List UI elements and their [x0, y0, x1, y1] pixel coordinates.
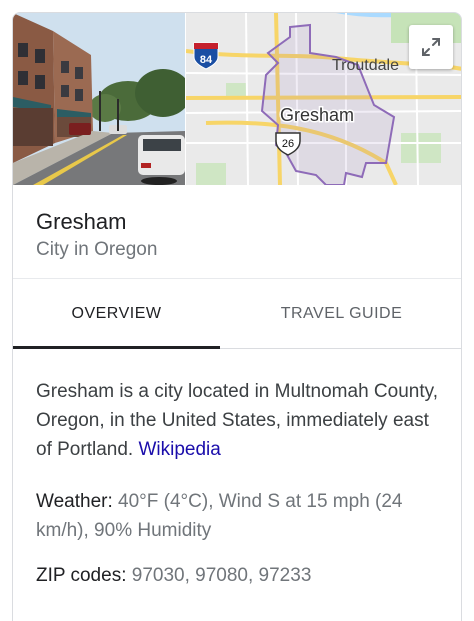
- zip-codes-fact: ZIP codes: 97030, 97080, 97233: [36, 561, 446, 590]
- entity-description: Gresham is a city located in Multnomah C…: [36, 377, 441, 464]
- highway-label: 26: [282, 138, 294, 150]
- city-street-photo[interactable]: [13, 13, 185, 185]
- knowledge-panel-card: 84 26 Troutdale Gresham Gresham City in …: [12, 12, 462, 621]
- description-text: Gresham is a city located in Multnomah C…: [36, 381, 438, 460]
- entity-subtitle: City in Oregon: [36, 239, 158, 260]
- map-nearby-city-label: Troutdale: [332, 57, 399, 74]
- tab-overview[interactable]: OVERVIEW: [13, 279, 220, 349]
- wikipedia-link[interactable]: Wikipedia: [138, 439, 220, 460]
- zip-codes-value: 97030, 97080, 97233: [131, 565, 312, 586]
- expand-map-button[interactable]: [409, 25, 453, 69]
- zip-codes-label: ZIP codes:: [36, 565, 127, 586]
- active-tab-indicator: [13, 346, 220, 349]
- weather-fact: Weather: 40°F (4°C), Wind S at 15 mph (2…: [36, 487, 446, 545]
- expand-icon: [422, 38, 440, 56]
- hero-images: 84 26 Troutdale Gresham: [13, 13, 461, 185]
- weather-label: Weather:: [36, 491, 113, 512]
- map-city-label: Gresham: [280, 105, 354, 125]
- city-map[interactable]: 84 26 Troutdale Gresham: [186, 13, 461, 185]
- entity-header: Gresham City in Oregon: [13, 185, 461, 279]
- interstate-label: 84: [200, 54, 213, 66]
- tab-travel-guide[interactable]: TRAVEL GUIDE: [220, 279, 461, 349]
- tab-bar: OVERVIEW TRAVEL GUIDE: [13, 279, 461, 349]
- entity-title: Gresham: [36, 209, 127, 234]
